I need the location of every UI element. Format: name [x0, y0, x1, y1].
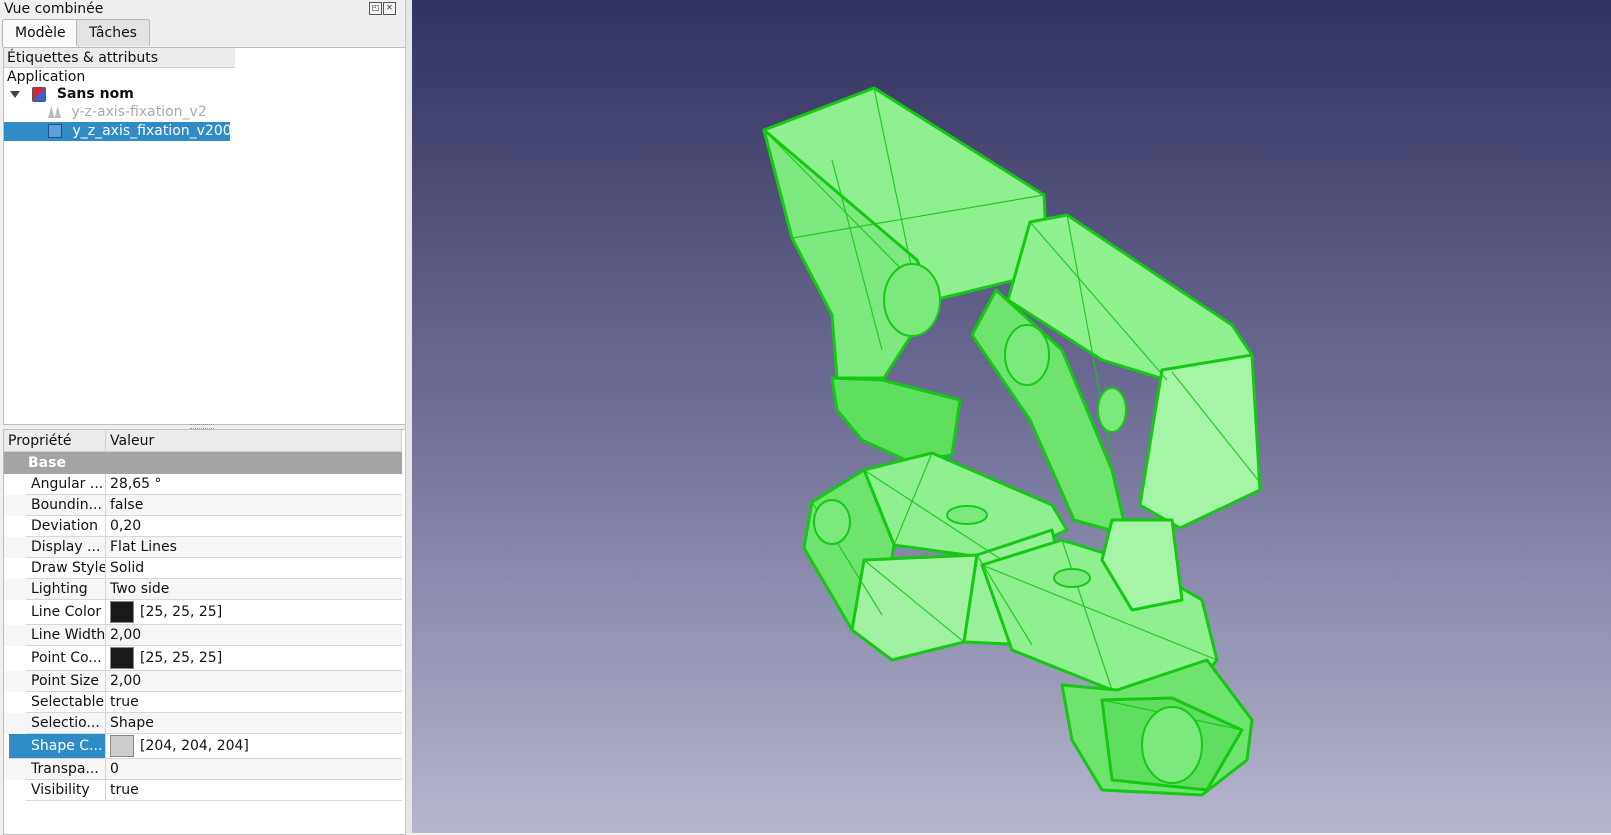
color-swatch[interactable] [110, 735, 134, 757]
panel-title: Vue combinée [4, 1, 104, 17]
property-value[interactable]: true [106, 692, 402, 713]
property-name: Deviation [26, 516, 106, 537]
property-group-base[interactable]: Base [4, 452, 402, 474]
property-name: Angular ... [26, 474, 106, 495]
expand-arrow-icon[interactable] [10, 90, 20, 98]
property-name: Line Color [26, 600, 106, 625]
color-value-text: [204, 204, 204] [140, 738, 249, 754]
property-value[interactable]: 28,65 ° [106, 474, 402, 495]
document-name: Sans nom [56, 86, 134, 102]
tab-tasks[interactable]: Tâches [76, 19, 150, 46]
color-swatch[interactable] [110, 647, 134, 669]
panel-titlebar: Vue combinée ◰ ✕ [0, 0, 412, 18]
property-row[interactable]: Line Color [25, 25, 25] [4, 600, 402, 625]
tree-item-hidden-mesh[interactable]: y-z-axis-fixation_v2 [48, 103, 207, 122]
tab-model[interactable]: Modèle [2, 19, 79, 47]
property-row[interactable]: Selectable true [4, 692, 402, 713]
property-row[interactable]: Draw Style Solid [4, 558, 402, 579]
property-row[interactable]: Angular ... 28,65 ° [4, 474, 402, 495]
property-name: Point Size [26, 671, 106, 692]
tree-item-label: y-z-axis-fixation_v2 [71, 104, 207, 120]
combined-view-panel: Vue combinée ◰ ✕ Modèle Tâches Étiquette… [0, 0, 412, 835]
property-value[interactable]: 0,20 [106, 516, 402, 537]
mesh-icon [48, 106, 61, 118]
property-value[interactable]: false [106, 495, 402, 516]
model-tree: Étiquettes & attributs Application Sans … [3, 47, 406, 425]
property-name: Selectio... [26, 713, 106, 734]
property-name: Point Co... [26, 646, 106, 671]
close-button[interactable]: ✕ [383, 2, 396, 15]
tree-item-selected-shape[interactable]: y_z_axis_fixation_v2001 [4, 122, 241, 141]
property-value[interactable]: Solid [106, 558, 402, 579]
color-value-text: [25, 25, 25] [140, 650, 223, 666]
property-row[interactable]: Deviation 0,20 [4, 516, 402, 537]
property-value[interactable]: Two side [106, 579, 402, 600]
property-value[interactable]: [25, 25, 25] [106, 600, 402, 625]
property-value[interactable]: [25, 25, 25] [106, 646, 402, 671]
property-row[interactable]: Visibility true [4, 780, 402, 801]
float-button[interactable]: ◰ [369, 2, 382, 15]
property-name: Transpa... [26, 759, 106, 780]
document-icon [32, 86, 47, 102]
property-row[interactable]: Transpa... 0 [4, 759, 402, 780]
property-name: Visibility [26, 780, 106, 801]
dock-separator[interactable] [405, 0, 412, 833]
column-header-value[interactable]: Valeur [106, 430, 402, 452]
3d-model-render[interactable] [412, 0, 1611, 833]
column-header-property[interactable]: Propriété [4, 430, 106, 452]
tree-item-label: y_z_axis_fixation_v2001 [72, 123, 241, 139]
property-value[interactable]: true [106, 780, 402, 801]
property-value[interactable]: 2,00 [106, 671, 402, 692]
property-value[interactable]: 0 [106, 759, 402, 780]
color-value-text: [25, 25, 25] [140, 604, 223, 620]
property-row[interactable]: Boundin... false [4, 495, 402, 516]
property-row[interactable]: Shape C... [204, 204, 204] [4, 734, 402, 759]
property-name: Selectable [26, 692, 106, 713]
part-cube-icon [48, 124, 62, 138]
property-row[interactable]: Point Co... [25, 25, 25] [4, 646, 402, 671]
property-row[interactable]: Point Size 2,00 [4, 671, 402, 692]
property-row[interactable]: Line Width 2,00 [4, 625, 402, 646]
tree-item-document[interactable]: Sans nom [10, 85, 134, 104]
property-row[interactable]: Display ... Flat Lines [4, 537, 402, 558]
property-value[interactable]: 2,00 [106, 625, 402, 646]
property-name: Draw Style [26, 558, 106, 579]
property-value[interactable]: Flat Lines [106, 537, 402, 558]
property-name: Lighting [26, 579, 106, 600]
property-row[interactable]: Selectio... Shape [4, 713, 402, 734]
property-name: Boundin... [26, 495, 106, 516]
3d-viewport[interactable] [412, 0, 1611, 833]
property-editor: Propriété Valeur Base Angular ... 28,65 °… [3, 429, 406, 835]
property-name: Display ... [26, 537, 106, 558]
property-name: Line Width [26, 625, 106, 646]
property-row[interactable]: Lighting Two side [4, 579, 402, 600]
property-name: Shape C... [9, 734, 106, 759]
tree-header: Étiquettes & attributs [4, 48, 235, 68]
property-value[interactable]: [204, 204, 204] [106, 734, 402, 759]
tab-bar: Modèle Tâches [0, 19, 412, 47]
color-swatch[interactable] [110, 601, 134, 623]
property-value[interactable]: Shape [106, 713, 402, 734]
